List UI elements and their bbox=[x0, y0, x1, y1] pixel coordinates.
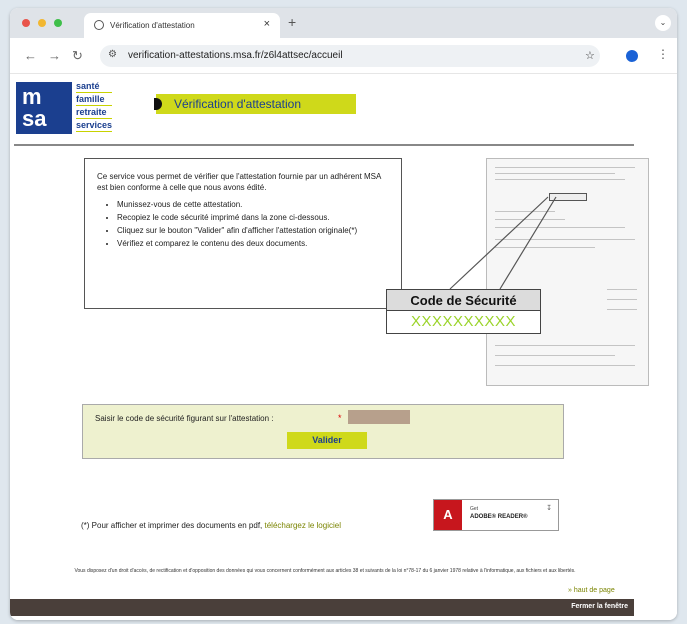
instruction-step: Recopiez le code sécurité imprimé dans l… bbox=[117, 212, 387, 223]
back-to-top-link[interactable]: » haut de page bbox=[568, 587, 615, 594]
address-bar[interactable]: ⚙ verification-attestations.msa.fr/z6l4a… bbox=[100, 45, 600, 67]
adobe-badge-get: Get bbox=[470, 506, 479, 512]
browser-window: Vérification d'attestation × + ⌄ ← → ↻ ⚙… bbox=[10, 8, 677, 620]
page-title-banner: Vérification d'attestation bbox=[154, 94, 356, 114]
adobe-reader-badge[interactable]: A Get ADOBE® READER® ↧ bbox=[433, 499, 559, 531]
pdf-note-text: (*) Pour afficher et imprimer des docume… bbox=[81, 521, 263, 530]
code-entry-form: Saisir le code de sécurité figurant sur … bbox=[82, 404, 564, 459]
tab-search-icon[interactable]: ⌄ bbox=[655, 15, 671, 31]
reload-icon[interactable]: ↻ bbox=[72, 48, 83, 64]
attestation-sample-image bbox=[486, 158, 649, 386]
doc-line bbox=[495, 179, 625, 180]
globe-icon bbox=[94, 20, 104, 30]
minimize-window-dot[interactable] bbox=[38, 19, 46, 27]
page-title: Vérification d'attestation bbox=[174, 97, 302, 111]
forward-icon[interactable]: → bbox=[48, 48, 61, 63]
download-icon: ↧ bbox=[546, 505, 552, 512]
logo-tagline: santé famille retraite services bbox=[76, 80, 113, 132]
doc-line bbox=[495, 365, 635, 366]
header-divider bbox=[14, 144, 634, 146]
web-page: m sa santé famille retraite services Vér… bbox=[10, 74, 677, 620]
doc-line bbox=[495, 345, 635, 346]
site-settings-icon[interactable]: ⚙ bbox=[108, 49, 117, 60]
instruction-step: Vérifiez et comparez le contenu des deux… bbox=[117, 238, 387, 249]
tab-title: Vérification d'attestation bbox=[110, 21, 195, 30]
logo-word: services bbox=[76, 120, 113, 132]
browser-toolbar: ← → ↻ ⚙ verification-attestations.msa.fr… bbox=[10, 38, 677, 74]
logo-word: retraite bbox=[76, 106, 113, 119]
logo-word: famille bbox=[76, 93, 113, 106]
doc-line bbox=[607, 309, 637, 310]
logo-mark-sa: sa bbox=[22, 106, 47, 131]
doc-line bbox=[495, 167, 635, 168]
tab-strip: Vérification d'attestation × + ⌄ bbox=[10, 8, 677, 38]
doc-line bbox=[495, 247, 595, 248]
doc-line bbox=[607, 289, 637, 290]
url-text[interactable]: verification-attestations.msa.fr/z6l4att… bbox=[128, 50, 343, 61]
close-window-link[interactable]: Fermer la fenêtre bbox=[571, 603, 628, 610]
legal-notice: Vous disposez d'un droit d'accès, de rec… bbox=[74, 568, 576, 574]
maximize-window-dot[interactable] bbox=[54, 19, 62, 27]
instructions-list: Munissez-vous de cette attestation. Reco… bbox=[117, 199, 387, 249]
footer-bar: Fermer la fenêtre bbox=[10, 599, 634, 616]
logo-word: santé bbox=[76, 80, 113, 93]
security-code-example: XXXXXXXXXX bbox=[410, 313, 517, 330]
download-reader-link[interactable]: téléchargez le logiciel bbox=[265, 521, 342, 530]
instructions-intro: Ce service vous permet de vérifier que l… bbox=[97, 172, 381, 192]
doc-line bbox=[495, 173, 615, 174]
required-marker: * bbox=[338, 413, 342, 423]
adobe-logo-icon: A bbox=[434, 500, 462, 530]
bullet-icon bbox=[154, 98, 162, 110]
doc-line bbox=[495, 211, 555, 212]
doc-line bbox=[495, 355, 615, 356]
msa-logo: m sa bbox=[16, 82, 72, 134]
instruction-step: Cliquez sur le bouton "Valider" afin d'a… bbox=[117, 225, 387, 236]
logo-mark-m: m bbox=[22, 84, 42, 109]
pdf-note: (*) Pour afficher et imprimer des docume… bbox=[81, 521, 341, 530]
adobe-badge-name: ADOBE® READER® bbox=[470, 514, 528, 520]
doc-line bbox=[495, 227, 625, 228]
doc-line bbox=[495, 239, 635, 240]
bookmark-star-icon[interactable]: ☆ bbox=[585, 49, 595, 62]
doc-line bbox=[495, 219, 565, 220]
more-menu-icon[interactable]: ⋮ bbox=[657, 47, 669, 61]
doc-code-stamp bbox=[549, 193, 587, 201]
instructions-box: Ce service vous permet de vérifier que l… bbox=[84, 158, 402, 309]
validate-button[interactable]: Valider bbox=[287, 432, 367, 449]
instruction-step: Munissez-vous de cette attestation. bbox=[117, 199, 387, 210]
active-tab[interactable]: Vérification d'attestation × bbox=[84, 13, 280, 38]
security-code-input[interactable] bbox=[348, 410, 410, 424]
code-input-label: Saisir le code de sécurité figurant sur … bbox=[95, 414, 274, 423]
doc-line bbox=[607, 299, 637, 300]
new-tab-button[interactable]: + bbox=[288, 14, 296, 30]
profile-icon[interactable] bbox=[626, 50, 638, 62]
back-icon[interactable]: ← bbox=[24, 48, 37, 63]
close-window-dot[interactable] bbox=[22, 19, 30, 27]
security-code-callout: Code de Sécurité XXXXXXXXXX bbox=[386, 289, 541, 334]
tab-close-icon[interactable]: × bbox=[264, 18, 270, 30]
security-code-header: Code de Sécurité bbox=[387, 290, 540, 311]
